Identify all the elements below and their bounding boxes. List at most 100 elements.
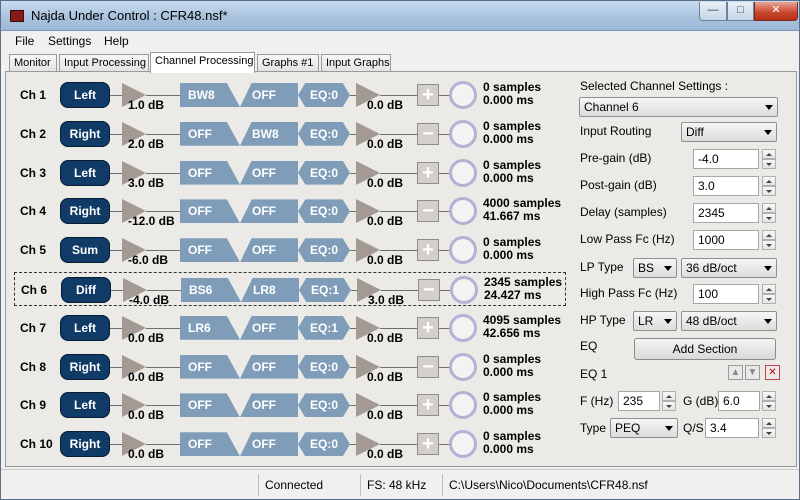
lp-slope-select[interactable]: 36 dB/oct bbox=[681, 258, 777, 278]
hp-fc-spinner[interactable] bbox=[762, 284, 776, 304]
delay-knob-icon[interactable] bbox=[449, 81, 477, 109]
delay-knob-icon[interactable] bbox=[449, 391, 477, 420]
channel-row[interactable]: Ch 8 Right 0.0 dB OFF OFF EQ:0 0.0 dB −0 sample… bbox=[14, 350, 566, 384]
tab-input-graphs[interactable]: Input Graphs bbox=[321, 54, 391, 72]
hp-fc-field[interactable]: 100 bbox=[693, 284, 759, 304]
channel-select[interactable]: Channel 6 bbox=[579, 97, 778, 117]
spin-up-icon[interactable] bbox=[762, 176, 776, 186]
channel-row[interactable]: Ch 2 Right 2.0 dB OFF BW8 EQ:0 0.0 dB − 0 sample… bbox=[14, 117, 566, 151]
pre-gain-field[interactable]: -4.0 bbox=[693, 149, 759, 169]
highpass-filter-block[interactable]: OFF bbox=[240, 199, 298, 224]
lowpass-filter-block[interactable]: LR6 bbox=[180, 315, 240, 340]
spin-down-icon[interactable] bbox=[762, 240, 776, 250]
spin-down-icon[interactable] bbox=[762, 186, 776, 196]
input-route-button[interactable]: Diff bbox=[61, 277, 111, 303]
lowpass-filter-block[interactable]: OFF bbox=[180, 160, 240, 185]
channel-row[interactable]: Ch 6 Diff -4.0 dB BS6 LR8 EQ:1 3.0 dB − 2345 sam… bbox=[14, 272, 566, 307]
highpass-filter-block[interactable]: OFF bbox=[240, 354, 298, 379]
spin-down-icon[interactable] bbox=[762, 401, 776, 411]
lp-fc-field[interactable]: 1000 bbox=[693, 230, 759, 250]
maximize-button[interactable]: □ bbox=[727, 2, 754, 21]
polarity-button[interactable]: − bbox=[417, 355, 439, 378]
input-route-button[interactable]: Sum bbox=[60, 237, 110, 264]
eq-block[interactable]: EQ:1 bbox=[298, 315, 350, 340]
input-route-button[interactable]: Left bbox=[60, 159, 110, 186]
polarity-button[interactable]: + bbox=[417, 433, 439, 456]
delay-knob-icon[interactable] bbox=[449, 236, 477, 265]
g-spinner[interactable] bbox=[762, 391, 776, 411]
f-field[interactable]: 235 bbox=[618, 391, 660, 411]
post-gain-spinner[interactable] bbox=[762, 176, 776, 196]
spin-up-icon[interactable] bbox=[762, 230, 776, 240]
highpass-filter-block[interactable]: OFF bbox=[240, 160, 298, 185]
lowpass-filter-block[interactable]: BS6 bbox=[181, 278, 241, 302]
post-gain-field[interactable]: 3.0 bbox=[693, 176, 759, 196]
delete-icon[interactable]: ✕ bbox=[765, 365, 780, 380]
pre-gain-spinner[interactable] bbox=[762, 149, 776, 169]
highpass-filter-block[interactable]: OFF bbox=[240, 83, 298, 107]
channel-row[interactable]: Ch 1 Left 1.0 dB BW8 OFF EQ:0 0.0 dB +0 samples… bbox=[14, 78, 566, 113]
highpass-filter-block[interactable]: OFF bbox=[240, 315, 298, 340]
spin-up-icon[interactable] bbox=[762, 418, 776, 428]
lowpass-filter-block[interactable]: OFF bbox=[180, 199, 240, 224]
menu-file[interactable]: File bbox=[15, 34, 34, 48]
spin-down-icon[interactable] bbox=[762, 428, 776, 438]
lp-fc-spinner[interactable] bbox=[762, 230, 776, 250]
eq-block[interactable]: EQ:0 bbox=[298, 354, 350, 379]
channel-row[interactable]: Ch 3 Left 3.0 dB OFF OFF EQ:0 0.0 dB +0 samples… bbox=[14, 156, 566, 190]
spin-down-icon[interactable] bbox=[762, 159, 776, 169]
channel-row[interactable]: Ch 9 Left 0.0 dB OFF OFF EQ:0 0.0 dB +0 samples… bbox=[14, 388, 566, 423]
polarity-button[interactable]: + bbox=[417, 394, 439, 417]
polarity-button[interactable]: − bbox=[418, 279, 440, 301]
eq-block[interactable]: EQ:0 bbox=[298, 199, 350, 224]
input-route-button[interactable]: Right bbox=[60, 198, 110, 225]
spin-down-icon[interactable] bbox=[762, 294, 776, 304]
hp-slope-select[interactable]: 48 dB/oct bbox=[681, 311, 777, 331]
polarity-button[interactable]: + bbox=[417, 161, 439, 184]
eq-block[interactable]: EQ:1 bbox=[299, 278, 351, 302]
close-button[interactable]: ✕ bbox=[754, 2, 798, 21]
channel-row[interactable]: Ch 10 Right 0.0 dB OFF OFF EQ:0 0.0 dB +0 sampl… bbox=[14, 427, 566, 462]
delay-knob-icon[interactable] bbox=[449, 197, 477, 226]
spin-up-icon[interactable] bbox=[762, 149, 776, 159]
g-field[interactable]: 6.0 bbox=[718, 391, 760, 411]
f-spinner[interactable] bbox=[662, 391, 676, 411]
polarity-button[interactable]: + bbox=[417, 84, 439, 106]
lowpass-filter-block[interactable]: OFF bbox=[180, 354, 240, 379]
tab-monitor[interactable]: Monitor bbox=[9, 54, 57, 72]
polarity-button[interactable]: + bbox=[417, 239, 439, 262]
delay-knob-icon[interactable] bbox=[450, 276, 478, 304]
input-route-button[interactable]: Right bbox=[60, 353, 110, 380]
hp-type-select[interactable]: LR bbox=[633, 311, 677, 331]
menu-settings[interactable]: Settings bbox=[48, 34, 91, 48]
lowpass-filter-block[interactable]: OFF bbox=[180, 393, 240, 418]
input-route-button[interactable]: Left bbox=[60, 82, 110, 108]
input-route-button[interactable]: Right bbox=[60, 120, 110, 147]
lowpass-filter-block[interactable]: BW8 bbox=[180, 83, 240, 107]
spin-up-icon[interactable] bbox=[762, 391, 776, 401]
spin-up-icon[interactable] bbox=[762, 203, 776, 213]
delay-knob-icon[interactable] bbox=[449, 119, 477, 148]
add-section-button[interactable]: Add Section bbox=[634, 338, 776, 360]
eq-block[interactable]: EQ:0 bbox=[298, 393, 350, 418]
eq-block[interactable]: EQ:0 bbox=[298, 160, 350, 185]
q-field[interactable]: 3.4 bbox=[705, 418, 759, 438]
eq-block[interactable]: EQ:0 bbox=[298, 121, 350, 146]
channel-row[interactable]: Ch 5 Sum -6.0 dB OFF OFF EQ:0 0.0 dB +0 samples… bbox=[14, 233, 566, 268]
lowpass-filter-block[interactable]: OFF bbox=[180, 121, 240, 146]
highpass-filter-block[interactable]: BW8 bbox=[240, 121, 298, 146]
delay-knob-icon[interactable] bbox=[449, 430, 477, 459]
polarity-button[interactable]: − bbox=[417, 122, 439, 145]
delay-knob-icon[interactable] bbox=[449, 158, 477, 187]
move-down-icon[interactable]: ▼ bbox=[745, 365, 760, 380]
delay-field[interactable]: 2345 bbox=[693, 203, 759, 223]
polarity-button[interactable]: + bbox=[417, 316, 439, 339]
spin-up-icon[interactable] bbox=[662, 391, 676, 401]
input-route-button[interactable]: Left bbox=[60, 314, 110, 341]
eq-block[interactable]: EQ:0 bbox=[298, 83, 350, 107]
spin-down-icon[interactable] bbox=[762, 213, 776, 223]
lp-type-select[interactable]: BS bbox=[633, 258, 677, 278]
minimize-button[interactable]: — bbox=[699, 2, 727, 21]
eq-block[interactable]: EQ:0 bbox=[298, 432, 350, 457]
input-routing-select[interactable]: Diff bbox=[681, 122, 777, 142]
